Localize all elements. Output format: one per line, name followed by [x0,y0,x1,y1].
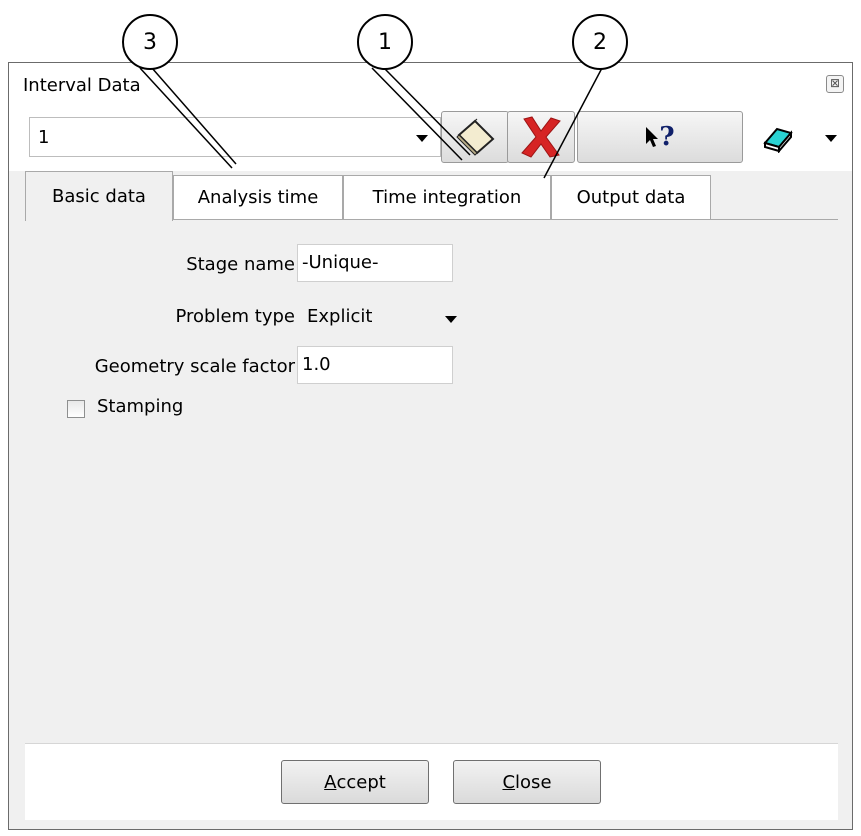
callout-1: 1 [357,14,413,70]
stage-name-field[interactable]: -Unique- [297,244,453,282]
interval-data-window: Interval Data ⊠ 1 ? Basic data Analysis … [8,62,853,830]
delete-red-x-icon [521,116,561,158]
interval-select-value: 1 [38,127,50,148]
stamping-checkbox[interactable] [67,400,85,418]
delete-interval-button[interactable] [507,111,575,163]
stamping-label: Stamping [97,396,184,417]
title-bar: Interval Data ⊠ [9,63,852,103]
whats-this-help-button[interactable]: ? [577,111,743,163]
geometry-scale-factor-label: Geometry scale factor [94,356,295,377]
toolbar: 1 ? [9,103,852,171]
problem-type-chevron-down-icon[interactable] [445,316,457,323]
chevron-down-icon[interactable] [416,135,428,142]
geometry-scale-factor-field[interactable]: 1.0 [297,346,453,384]
close-mnemonic: C [502,771,516,793]
tab-time-integration[interactable]: Time integration [343,175,551,219]
arrow-cursor-icon [646,127,659,147]
eraser-icon[interactable] [761,123,795,153]
callout-2: 2 [572,14,628,70]
callout-3: 3 [122,14,178,70]
tab-output-data[interactable]: Output data [551,175,711,219]
accept-label-rest: ccept [336,771,386,793]
new-document-icon [456,118,495,156]
accept-button[interactable]: Accept [281,760,429,804]
close-label-rest: lose [515,771,552,793]
dialog-footer: Accept Close [25,743,838,820]
close-window-icon[interactable]: ⊠ [826,75,844,93]
problem-type-select[interactable]: Explicit [307,306,372,327]
basic-data-panel: Stage name -Unique- Problem type Explici… [25,219,838,729]
help-question-mark: ? [659,122,675,152]
stage-name-label: Stage name [186,254,295,275]
close-button[interactable]: Close [453,760,601,804]
new-interval-button[interactable] [441,111,509,163]
menu-chevron-down-icon[interactable] [825,135,837,142]
tab-bar: Basic data Analysis time Time integratio… [25,171,852,221]
window-title: Interval Data [23,75,141,96]
interval-select[interactable]: 1 [29,117,441,157]
tab-analysis-time[interactable]: Analysis time [173,175,343,219]
tab-basic-data[interactable]: Basic data [25,171,173,221]
problem-type-label: Problem type [175,306,295,327]
accept-mnemonic: A [324,771,337,793]
